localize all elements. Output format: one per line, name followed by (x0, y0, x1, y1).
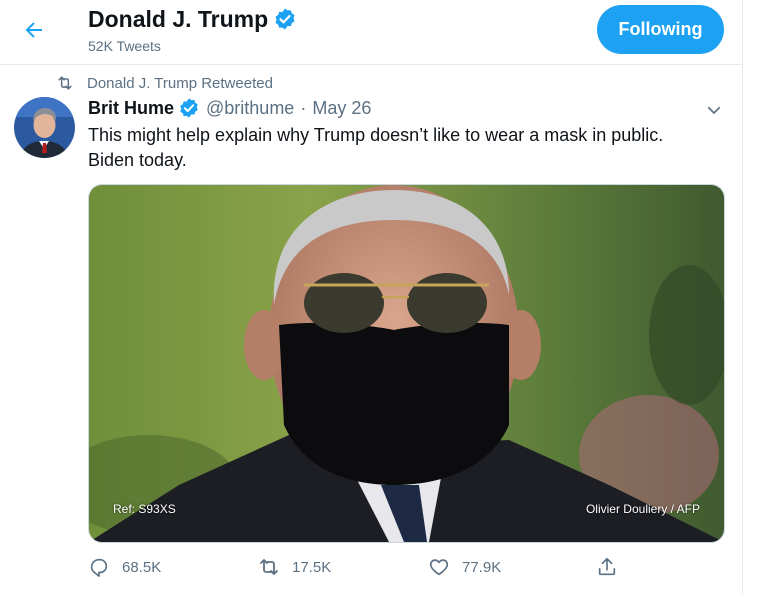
retweet-context-text[interactable]: Donald J. Trump Retweeted (87, 75, 273, 92)
reply-button[interactable]: 68.5K (86, 552, 161, 582)
author-handle[interactable]: @brithume (206, 96, 294, 120)
following-button[interactable]: Following (597, 5, 724, 54)
tweet-actions: 68.5K 17.5K 77.9K (86, 552, 726, 582)
tweet-text-line-1: This might help explain why Trump doesn’… (88, 125, 664, 145)
tweet-text: This might help explain why Trump doesn’… (88, 123, 708, 173)
retweet-context: Donald J. Trump Retweeted (55, 73, 273, 93)
verified-badge-icon (273, 7, 297, 31)
separator-dot: · (300, 98, 307, 118)
back-button[interactable] (18, 14, 50, 46)
retweet-button[interactable]: 17.5K (256, 552, 331, 582)
retweet-count: 17.5K (292, 558, 332, 576)
retweet-icon (58, 76, 72, 90)
photo-illustration (89, 185, 724, 542)
photo-ref-label: Ref: S93XS (113, 502, 176, 516)
like-button[interactable]: 77.9K (426, 552, 501, 582)
reply-count: 68.5K (122, 558, 162, 576)
share-button[interactable] (594, 552, 620, 582)
share-icon (594, 554, 620, 580)
profile-display-name: Donald J. Trump (88, 6, 269, 32)
tweet-date[interactable]: May 26 (312, 96, 371, 120)
like-count: 77.9K (462, 558, 502, 576)
avatar[interactable] (14, 97, 75, 158)
tweet-count: 52K Tweets (88, 38, 161, 54)
timeline-column: Donald J. Trump 52K Tweets Following Don… (0, 0, 743, 594)
reply-icon (86, 554, 112, 580)
tweet-text-line-2: Biden today. (88, 150, 187, 170)
arrow-left-icon (25, 22, 42, 38)
profile-header: Donald J. Trump 52K Tweets Following (0, 0, 742, 65)
tweet-author-row: Brit Hume @brithume · May 26 (88, 96, 371, 120)
tweet-menu-button[interactable] (704, 100, 724, 120)
retweet-icon (256, 554, 282, 580)
author-name[interactable]: Brit Hume (88, 96, 174, 120)
photo-credit: Olivier Douliery / AFP (585, 502, 700, 516)
verified-badge-icon (178, 97, 200, 119)
header-title: Donald J. Trump (88, 4, 297, 34)
heart-icon (426, 554, 452, 580)
chevron-down-icon (707, 106, 721, 114)
tweet-photo[interactable]: Ref: S93XS Olivier Douliery / AFP (88, 184, 725, 543)
